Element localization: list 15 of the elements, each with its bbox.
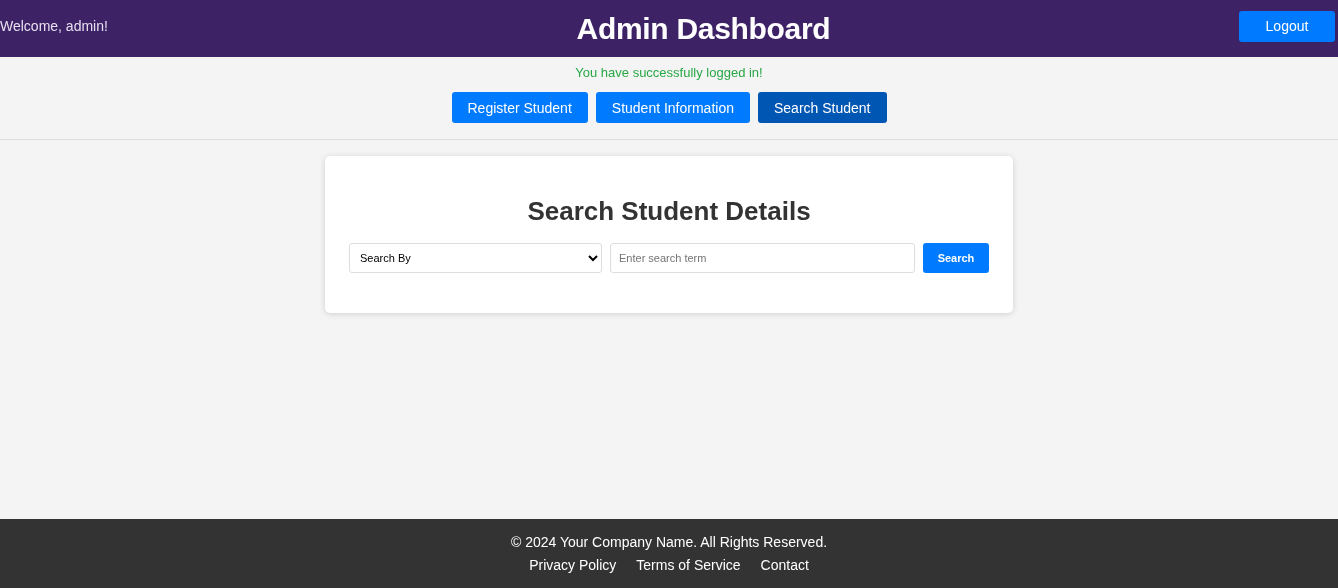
search-by-select[interactable]: Search By <box>349 243 602 273</box>
success-message: You have successfully logged in! <box>575 65 763 80</box>
search-field[interactable]: Enter search term <box>610 243 915 273</box>
logout-button[interactable]: Logout <box>1239 10 1335 42</box>
footer-link[interactable]: Terms of Service <box>636 557 741 573</box>
search-heading: Search Student Details <box>526 196 812 227</box>
copyright-text: © 2024 Your Company Name. All Rights Reserved. <box>510 534 828 550</box>
nav-button[interactable]: Register Student <box>451 92 588 123</box>
nav-button[interactable]: Search Student <box>758 92 887 123</box>
footer-link[interactable]: Contact <box>760 557 809 573</box>
page-title: Admin Dashboard <box>576 11 831 46</box>
welcome-text: Welcome, admin! <box>0 17 108 34</box>
footer-link[interactable]: Privacy Policy <box>529 557 617 573</box>
nav-button[interactable]: Student Information <box>595 92 750 123</box>
search-button[interactable]: Search <box>923 243 989 273</box>
